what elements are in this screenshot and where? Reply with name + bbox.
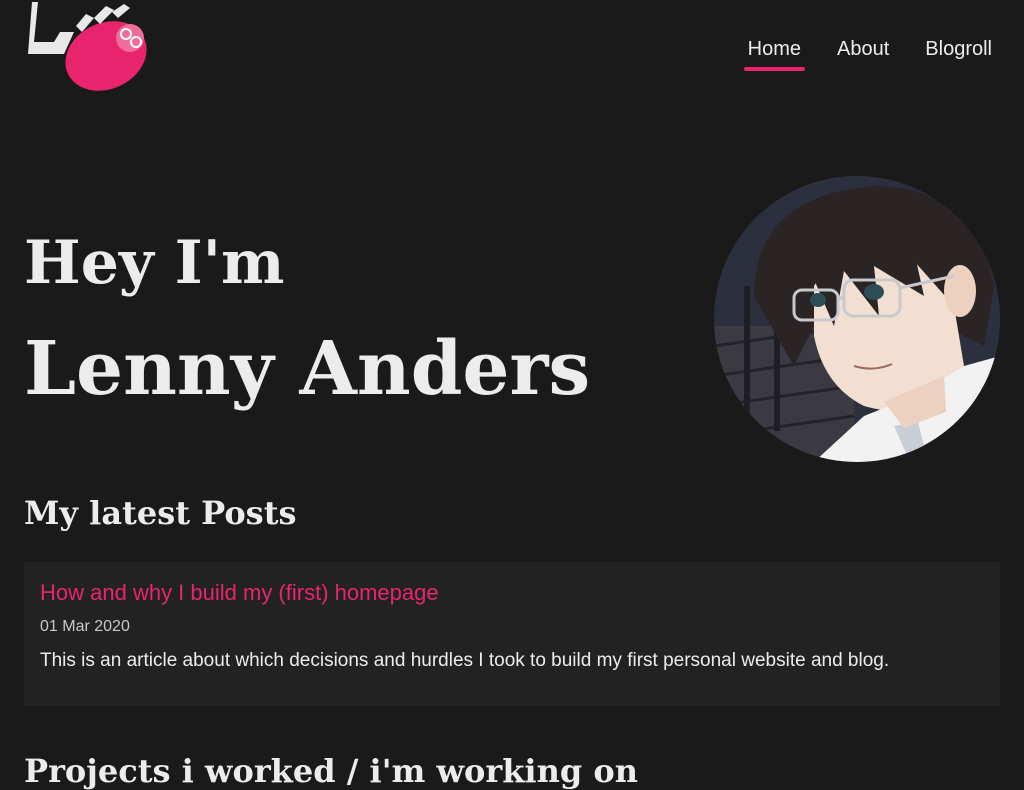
hero-greeting: Hey I'm (24, 228, 285, 298)
anime-portrait-avatar-icon (714, 176, 1000, 462)
post-date: 01 Mar 2020 (40, 618, 130, 635)
sloth-logo-icon (28, 2, 147, 91)
site-header: Home About Blogroll (0, 0, 1024, 110)
nav-about[interactable]: About (833, 36, 893, 63)
avatar (714, 176, 1000, 462)
post-card: How and why I build my (first) homepage … (24, 562, 1000, 706)
main-nav: Home About Blogroll (743, 36, 996, 71)
nav-blogroll[interactable]: Blogroll (921, 36, 996, 63)
post-excerpt: This is an article about which decisions… (40, 650, 890, 671)
nav-home[interactable]: Home (743, 36, 806, 71)
latest-posts-heading: My latest Posts (24, 494, 297, 532)
post-title-link[interactable]: How and why I build my (first) homepage (40, 580, 984, 606)
site-logo[interactable] (24, 0, 154, 92)
hero-name: Lenny Anders (24, 326, 591, 412)
projects-heading: Projects i worked / i'm working on (24, 752, 638, 790)
